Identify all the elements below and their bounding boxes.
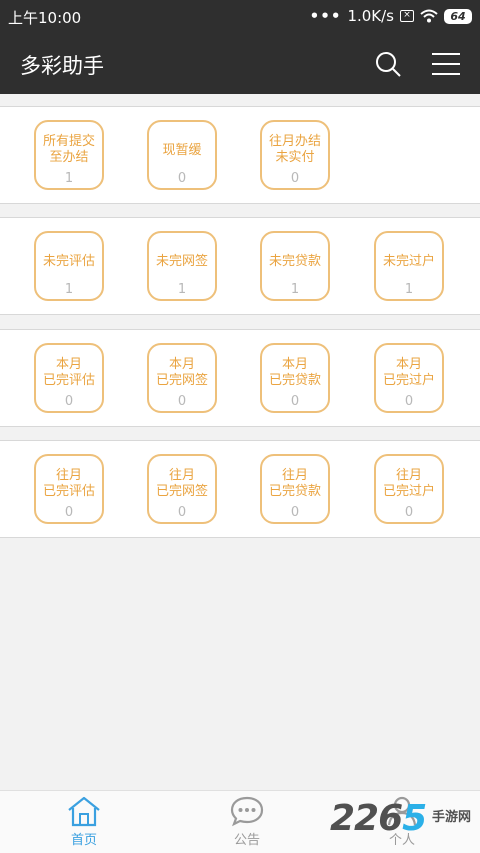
tile-count: 0 xyxy=(64,394,74,409)
tab-home[interactable]: 首页 xyxy=(34,795,134,848)
tile-label-line2: 已完贷款 xyxy=(268,484,321,499)
watermark-text: 手游网 xyxy=(432,810,472,825)
tile-label-line1: 本月 xyxy=(395,357,422,372)
chat-bubble-icon xyxy=(230,796,264,827)
tile-label-line1: 往月 xyxy=(168,468,195,483)
tile-count: 1 xyxy=(404,282,414,297)
tab-notice-label: 公告 xyxy=(233,833,260,848)
tile-count: 0 xyxy=(177,171,187,186)
tile-label-line1: 未完贷款 xyxy=(268,254,321,269)
tile-all-submitted[interactable]: 所有提交 至办结 1 xyxy=(34,120,104,190)
tile-label-line1: 现暂缓 xyxy=(162,143,202,158)
tile-count: 0 xyxy=(290,171,300,186)
tile-label-line2: 至办结 xyxy=(49,150,89,165)
status-time: 上午10:00 xyxy=(8,9,82,27)
tile-label-line1: 本月 xyxy=(55,357,82,372)
tile-count: 0 xyxy=(290,505,300,520)
tile-unfinished-appraisal[interactable]: 未完评估 1 xyxy=(34,231,104,301)
tab-home-label: 首页 xyxy=(70,833,97,848)
tab-notice[interactable]: 公告 xyxy=(197,795,297,848)
tile-count: 1 xyxy=(64,171,74,186)
tile-month-transfer[interactable]: 本月 已完过户 0 xyxy=(374,343,444,413)
tile-past-month-unpaid[interactable]: 往月办结 未实付 0 xyxy=(260,120,330,190)
home-icon xyxy=(68,796,100,827)
wifi-icon xyxy=(420,9,438,23)
tile-label-line1: 本月 xyxy=(168,357,195,372)
tile-count: 0 xyxy=(64,505,74,520)
tile-count: 0 xyxy=(290,394,300,409)
tile-count: 0 xyxy=(404,505,414,520)
tile-count: 0 xyxy=(177,394,187,409)
tile-label-line1: 所有提交 xyxy=(42,134,95,149)
tile-label-line1: 未完过户 xyxy=(382,254,435,269)
tile-label-line1: 往月 xyxy=(281,468,308,483)
battery-icon: 64 xyxy=(444,8,472,24)
tile-label-line2: 已完评估 xyxy=(42,373,95,388)
signal-dots: ••• xyxy=(309,7,342,25)
tile-suspended[interactable]: 现暂缓 0 xyxy=(147,120,217,190)
tile-label-line2: 已完网签 xyxy=(155,484,208,499)
no-sim-icon: × xyxy=(400,10,414,22)
section-this-month: 本月 已完评估 0 本月 已完网签 0 本月 已完贷款 0 本月 已完过户 0 xyxy=(0,329,480,427)
tile-label-line2: 已完网签 xyxy=(155,373,208,388)
tile-label-line2: 已完评估 xyxy=(42,484,95,499)
tile-label-line2: 已完贷款 xyxy=(268,373,321,388)
watermark-digits: 22 xyxy=(330,798,379,839)
tile-month-loan[interactable]: 本月 已完贷款 0 xyxy=(260,343,330,413)
tile-label-line2: 未实付 xyxy=(275,150,315,165)
app-bar: 多彩助手 xyxy=(0,32,480,94)
tile-month-appraisal[interactable]: 本月 已完评估 0 xyxy=(34,343,104,413)
tile-past-loan[interactable]: 往月 已完贷款 0 xyxy=(260,454,330,524)
tile-count: 0 xyxy=(177,505,187,520)
tile-label-line1: 往月 xyxy=(55,468,82,483)
watermark-logo: 2265 xyxy=(330,798,427,839)
tile-label-line1: 未完评估 xyxy=(42,254,95,269)
tile-label-line2: 已完过户 xyxy=(382,484,435,499)
network-speed: 1.0K/s xyxy=(347,7,394,25)
tile-label-line1: 本月 xyxy=(281,357,308,372)
section-pending: 所有提交 至办结 1 现暂缓 0 往月办结 未实付 0 xyxy=(0,106,480,204)
tile-unfinished-loan[interactable]: 未完贷款 1 xyxy=(260,231,330,301)
status-icons: ••• 1.0K/s × 64 xyxy=(310,7,472,25)
tile-label-line1: 未完网签 xyxy=(155,254,208,269)
watermark-digit: 6 xyxy=(378,798,403,839)
app-title: 多彩助手 xyxy=(20,54,104,78)
tile-unfinished-transfer[interactable]: 未完过户 1 xyxy=(374,231,444,301)
watermark-digit-accent: 5 xyxy=(402,798,427,839)
tile-count: 1 xyxy=(64,282,74,297)
tile-past-appraisal[interactable]: 往月 已完评估 0 xyxy=(34,454,104,524)
tile-past-contract[interactable]: 往月 已完网签 0 xyxy=(147,454,217,524)
tile-count: 1 xyxy=(290,282,300,297)
menu-icon[interactable] xyxy=(428,48,464,80)
tile-unfinished-contract[interactable]: 未完网签 1 xyxy=(147,231,217,301)
tile-label-line1: 往月办结 xyxy=(268,134,321,149)
tile-count: 0 xyxy=(404,394,414,409)
tile-label-line1: 往月 xyxy=(395,468,422,483)
search-icon[interactable] xyxy=(372,48,404,80)
status-bar: 上午10:00 ••• 1.0K/s × 64 xyxy=(0,0,480,32)
tile-past-transfer[interactable]: 往月 已完过户 0 xyxy=(374,454,444,524)
tile-count: 1 xyxy=(177,282,187,297)
tile-month-contract[interactable]: 本月 已完网签 0 xyxy=(147,343,217,413)
section-past-months: 往月 已完评估 0 往月 已完网签 0 往月 已完贷款 0 往月 已完过户 0 xyxy=(0,440,480,538)
tile-label-line2: 已完过户 xyxy=(382,373,435,388)
section-unfinished: 未完评估 1 未完网签 1 未完贷款 1 未完过户 1 xyxy=(0,217,480,315)
